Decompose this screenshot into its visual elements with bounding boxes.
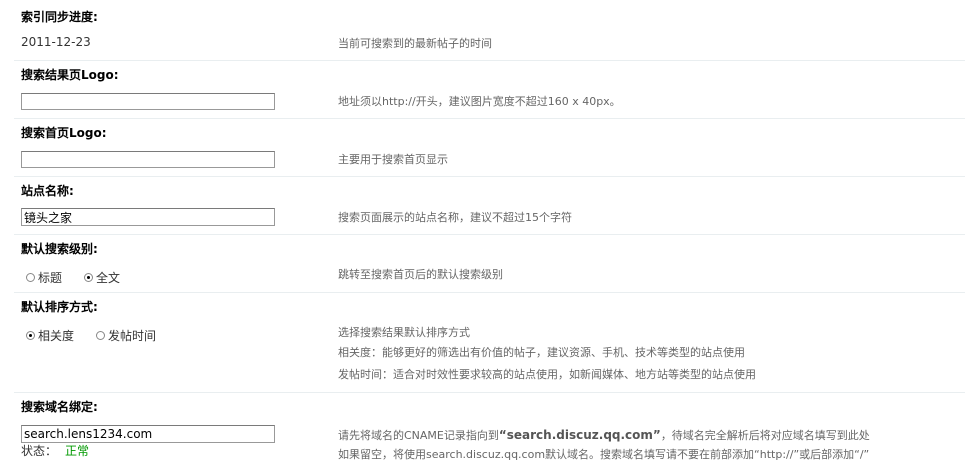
home-logo-input[interactable] (21, 151, 275, 168)
radio-icon[interactable] (26, 273, 35, 282)
radio-icon[interactable] (96, 331, 106, 340)
search-level-options: 标题 全文 (26, 269, 120, 286)
discuz-domain-text: “search.discuz.qq.com” (498, 428, 661, 442)
result-logo-title: 搜索结果页Logo: (21, 68, 119, 82)
sort-order-tip-1: 选择搜索结果默认排序方式 (338, 326, 470, 339)
sort-order-title: 默认排序方式: (21, 300, 98, 314)
site-name-input[interactable] (21, 208, 275, 226)
sort-order-tip-3: 发帖时间：适合对时效性要求较高的站点使用，如新闻媒体、地方站等类型的站点使用 (338, 368, 756, 381)
sort-order-tip-2: 相关度：能够更好的筛选出有价值的帖子，建议资源、手机、技术等类型的站点使用 (338, 346, 745, 359)
sync-progress-value: 2011-12-23 (21, 35, 91, 49)
radio-selected-icon[interactable] (84, 273, 94, 282)
tip-text: 请先将域名的CNAME记录指向到 (338, 429, 499, 442)
domain-tip-2: 如果留空，将使用search.discuz.qq.com默认域名。搜索域名填写请… (338, 448, 870, 461)
search-level-option-title[interactable]: 标题 (26, 269, 62, 286)
separator (14, 60, 965, 61)
domain-input[interactable] (21, 425, 275, 443)
tip-text: ，待域名完全解析后将对应域名填写到此处 (660, 429, 870, 442)
option-label: 发帖时间 (108, 329, 157, 343)
option-label: 标题 (38, 271, 63, 285)
separator (14, 118, 965, 119)
home-logo-tip: 主要用于搜索首页显示 (338, 153, 448, 166)
status-badge: 正常 (65, 444, 90, 458)
result-logo-input[interactable] (21, 93, 275, 110)
search-level-title: 默认搜索级别: (21, 242, 98, 256)
radio-selected-icon[interactable] (26, 331, 35, 340)
sync-progress-tip: 当前可搜索到的最新帖子的时间 (338, 37, 492, 50)
sort-option-relevance[interactable]: 相关度 (26, 327, 74, 344)
site-name-title: 站点名称: (21, 184, 74, 198)
option-label: 全文 (96, 271, 121, 285)
separator (14, 292, 965, 293)
status-label: 状态： (21, 444, 58, 458)
separator (14, 392, 965, 393)
sort-order-options: 相关度 发帖时间 (26, 327, 156, 344)
option-label: 相关度 (38, 329, 75, 343)
separator (14, 176, 965, 177)
domain-binding-title: 搜索域名绑定: (21, 400, 98, 414)
sort-option-post-time[interactable]: 发帖时间 (96, 327, 156, 344)
domain-tip-1: 请先将域名的CNAME记录指向到“search.discuz.qq.com”，待… (338, 425, 870, 446)
sync-progress-title: 索引同步进度: (21, 10, 98, 24)
search-level-tip: 跳转至搜索首页后的默认搜索级别 (338, 268, 503, 281)
search-level-option-fulltext[interactable]: 全文 (84, 269, 120, 286)
result-logo-tip: 地址须以http://开头，建议图片宽度不超过160 x 40px。 (338, 95, 621, 108)
separator (14, 234, 965, 235)
site-name-tip: 搜索页面展示的站点名称，建议不超过15个字符 (338, 211, 572, 224)
home-logo-title: 搜索首页Logo: (21, 126, 107, 140)
domain-status: 状态： 正常 (21, 442, 89, 459)
